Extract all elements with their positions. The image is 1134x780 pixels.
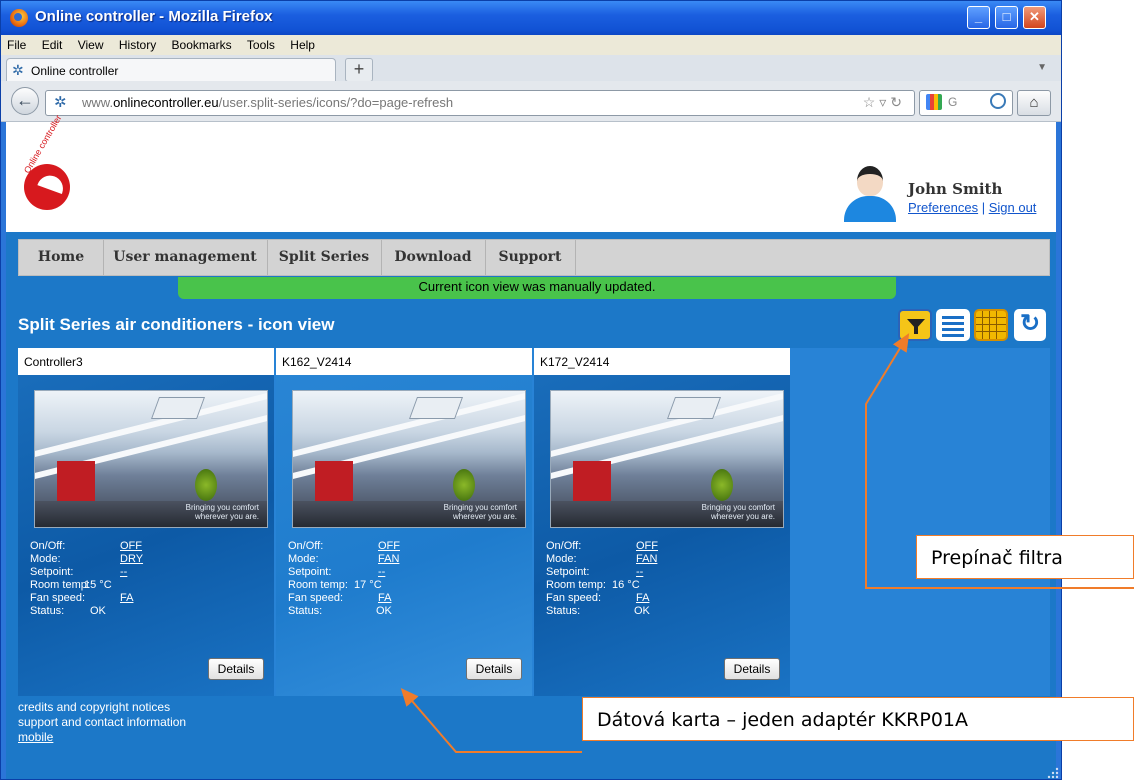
new-tab-button[interactable]: + <box>345 58 373 82</box>
on-off-link[interactable]: OFF <box>120 540 142 552</box>
nav-split-series[interactable]: Split Series <box>267 240 382 275</box>
minimize-button[interactable]: _ <box>967 6 990 29</box>
user-links: Preferences | Sign out <box>908 200 1037 215</box>
site-header: Online controller John Smith Preferences… <box>6 113 1056 232</box>
list-view-icon[interactable] <box>936 309 970 341</box>
filter-callout-label: Prepínač filtra <box>916 535 1134 579</box>
details-button[interactable]: Details <box>724 658 780 680</box>
search-placeholder: G <box>948 95 958 109</box>
mode-link[interactable]: FAN <box>636 553 657 565</box>
credits-link[interactable]: credits and copyright notices <box>18 700 186 715</box>
details-button[interactable]: Details <box>208 658 264 680</box>
setpoint-link[interactable]: -- <box>636 566 643 578</box>
room-photo: Bringing you comfort wherever you are. <box>550 390 784 528</box>
tab-list-chevron-icon[interactable]: ▼ <box>1037 62 1047 73</box>
browser-window: Online controller - Mozilla Firefox _ □ … <box>0 0 1062 780</box>
support-contact-link[interactable]: support and contact information <box>18 715 186 730</box>
fan-speed-link[interactable]: FA <box>120 592 133 604</box>
fan-speed-link[interactable]: FA <box>378 592 391 604</box>
url-text: www.onlinecontroller.eu/user.split-serie… <box>82 95 454 110</box>
web-page: Online controller John Smith Preferences… <box>6 113 1056 779</box>
search-icon[interactable] <box>990 93 1006 109</box>
filter-toggle-button[interactable] <box>898 309 932 341</box>
grid-view-icon[interactable] <box>974 309 1008 341</box>
card-name: K172_V2414 <box>534 348 790 375</box>
menu-help[interactable]: Help <box>284 35 321 52</box>
device-card: K162_V2414 Bringing you comfort wherever … <box>276 348 532 696</box>
status-value: OK <box>634 605 650 617</box>
mode-link[interactable]: FAN <box>378 553 399 565</box>
nav-home[interactable]: Home <box>19 240 104 275</box>
room-temp-value: 17 °C <box>354 579 382 591</box>
on-off-link[interactable]: OFF <box>636 540 658 552</box>
refresh-icon[interactable]: ↻ <box>1014 309 1046 341</box>
on-off-link[interactable]: OFF <box>378 540 400 552</box>
card-name: K162_V2414 <box>276 348 532 375</box>
room-temp-value: 16 °C <box>612 579 640 591</box>
card-name: Controller3 <box>18 348 274 375</box>
menu-bookmarks[interactable]: Bookmarks <box>166 35 238 52</box>
resize-grip-icon[interactable] <box>1047 767 1059 779</box>
status-value: OK <box>90 605 106 617</box>
nav-support[interactable]: Support <box>485 240 576 275</box>
home-button[interactable]: ⌂ <box>1017 90 1051 116</box>
card-callout-label: Dátová karta – jeden adaptér KKRP01A <box>582 697 1134 741</box>
nav-download[interactable]: Download <box>381 240 486 275</box>
setpoint-link[interactable]: -- <box>120 566 127 578</box>
tab-online-controller[interactable]: ✲ Online controller <box>6 58 336 82</box>
menu-tools[interactable]: Tools <box>241 35 281 52</box>
search-box[interactable]: G <box>919 90 1013 116</box>
status-value: OK <box>376 605 392 617</box>
address-bar[interactable]: ✲ www.onlinecontroller.eu/user.split-ser… <box>45 90 915 116</box>
menu-view[interactable]: View <box>72 35 110 52</box>
navigation-toolbar: ← ✲ www.onlinecontroller.eu/user.split-s… <box>1 81 1061 122</box>
fan-speed-link[interactable]: FA <box>636 592 649 604</box>
bookmark-star-icon[interactable]: ☆▿↻ <box>863 94 906 111</box>
menu-bar: File Edit View History Bookmarks Tools H… <box>1 35 1061 55</box>
main-nav: Home User management Split Series Downlo… <box>18 239 1050 276</box>
nav-user-management[interactable]: User management <box>103 240 268 275</box>
page-footer: credits and copyright notices support an… <box>18 700 186 745</box>
preferences-link[interactable]: Preferences <box>908 200 978 215</box>
site-identity-icon[interactable]: ✲ <box>54 93 67 111</box>
device-card: Controller3 Bringing you comfort wherever… <box>18 348 274 696</box>
room-photo: Bringing you comfort wherever you are. <box>292 390 526 528</box>
update-notice: Current icon view was manually updated. <box>178 277 896 299</box>
gear-favicon-icon: ✲ <box>12 62 24 78</box>
room-photo: Bringing you comfort wherever you are. <box>34 390 268 528</box>
close-button[interactable]: ✕ <box>1023 6 1046 29</box>
mobile-link[interactable]: mobile <box>18 730 186 745</box>
mode-link[interactable]: DRY <box>120 553 143 565</box>
setpoint-link[interactable]: -- <box>378 566 385 578</box>
maximize-button[interactable]: □ <box>995 6 1018 29</box>
device-card-grid: Controller3 Bringing you comfort wherever… <box>18 348 1050 696</box>
back-button[interactable]: ← <box>11 87 39 115</box>
room-temp-value: 15 °C <box>84 579 112 591</box>
firefox-logo-icon <box>10 9 28 27</box>
avatar <box>844 164 896 222</box>
user-name: John Smith <box>908 180 1003 198</box>
search-engine-icon[interactable] <box>926 94 942 110</box>
page-title: Split Series air conditioners - icon vie… <box>18 315 335 334</box>
details-button[interactable]: Details <box>466 658 522 680</box>
device-card: K172_V2414 Bringing you comfort wherever … <box>534 348 790 696</box>
window-title: Online controller - Mozilla Firefox <box>35 8 273 25</box>
menu-history[interactable]: History <box>113 35 162 52</box>
menu-file[interactable]: File <box>1 35 32 52</box>
sign-out-link[interactable]: Sign out <box>989 200 1037 215</box>
menu-edit[interactable]: Edit <box>36 35 69 52</box>
tab-bar: ✲ Online controller + ▼ <box>1 55 1061 82</box>
tab-label: Online controller <box>31 64 119 78</box>
title-bar: Online controller - Mozilla Firefox _ □ … <box>1 1 1061 35</box>
